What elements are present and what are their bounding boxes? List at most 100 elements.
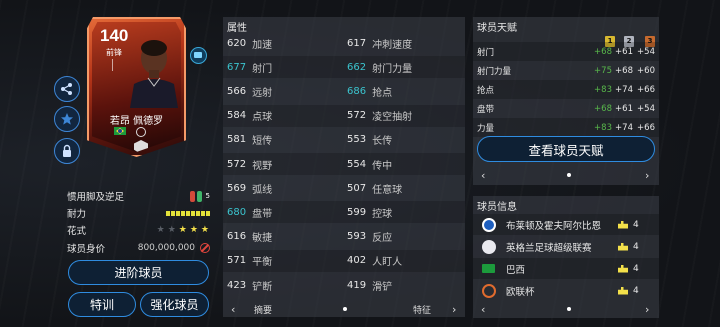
skill-stars: ★ ★ ★ ★ ★ bbox=[157, 225, 210, 235]
talent-row: 抢点 +83 +74 +66 bbox=[473, 80, 659, 99]
talent-label: 盘带 bbox=[477, 104, 495, 115]
share-icon bbox=[61, 83, 72, 95]
chevron-left-icon[interactable]: ‹ bbox=[481, 169, 485, 182]
attribute-cell: 572 视野 bbox=[227, 157, 272, 172]
chemistry-icon bbox=[618, 264, 628, 273]
enhance-player-button[interactable]: 强化球员 bbox=[140, 292, 209, 317]
talent-bonus-value: +68 bbox=[594, 46, 612, 57]
attribute-cell: 680 盘带 bbox=[227, 205, 272, 220]
talent-row: 盘带 +68 +61 +54 bbox=[473, 99, 659, 118]
talent-bonus-value: +68 bbox=[615, 65, 633, 76]
share-button[interactable] bbox=[54, 76, 80, 102]
star-filled-icon: ★ bbox=[200, 225, 210, 235]
player-info-nav: ‹ › bbox=[473, 302, 659, 316]
chemistry-icon bbox=[618, 286, 628, 295]
player-card[interactable]: 140 前锋 若昂 佩德罗 bbox=[87, 17, 186, 157]
attribute-row: 677 射门 662 射门力量 bbox=[223, 56, 465, 79]
lock-button[interactable] bbox=[54, 138, 80, 164]
talent-bonus-value: +83 bbox=[594, 84, 612, 95]
talent-bonus-value: +83 bbox=[594, 122, 612, 133]
attribute-value: 677 bbox=[227, 61, 247, 73]
player-info-row[interactable]: 欧联杯 4 bbox=[473, 280, 659, 301]
talent-row: 射门 +68 +61 +54 bbox=[473, 42, 659, 61]
attribute-label: 控球 bbox=[372, 208, 393, 220]
talent-bonus-value: +54 bbox=[637, 103, 655, 114]
brazil-flag-icon bbox=[114, 127, 126, 135]
attribute-cell: 584 点球 bbox=[227, 108, 272, 123]
attribute-cell: 419 滑铲 bbox=[347, 278, 392, 293]
chevron-left-icon[interactable]: ‹ bbox=[481, 303, 485, 316]
talent-label: 力量 bbox=[477, 123, 495, 134]
attribute-row: 423 铲断 419 滑铲 bbox=[223, 274, 465, 296]
favorite-button[interactable] bbox=[54, 106, 80, 132]
attribute-cell: 616 敏捷 bbox=[227, 229, 272, 244]
talent-nav: ‹ › bbox=[473, 168, 659, 182]
player-info-text: 布莱顿及霍夫阿尔比恩 bbox=[506, 220, 602, 232]
player-info-row[interactable]: 布莱顿及霍夫阿尔比恩 4 bbox=[473, 214, 659, 235]
kit-toggle-button[interactable] bbox=[190, 47, 207, 64]
talent-bonus-value: +61 bbox=[615, 46, 633, 57]
lock-icon bbox=[63, 144, 71, 157]
attribute-value: 566 bbox=[227, 85, 247, 97]
chevron-right-icon[interactable]: › bbox=[645, 169, 649, 182]
card-flags bbox=[114, 127, 146, 137]
foot-label: 惯用脚及逆足 bbox=[67, 192, 125, 203]
weak-foot-value: 5 bbox=[205, 192, 210, 200]
player-value: 800,000,000 bbox=[137, 243, 195, 253]
player-info-title: 球员信息 bbox=[477, 202, 517, 213]
chemistry-icon bbox=[618, 220, 628, 229]
player-card-body: 140 前锋 若昂 佩德罗 bbox=[92, 22, 181, 152]
attribute-label: 盘带 bbox=[252, 208, 273, 220]
chevron-left-icon[interactable]: ‹ bbox=[231, 303, 235, 316]
attribute-label: 远射 bbox=[252, 87, 273, 99]
attribute-value: 507 bbox=[347, 182, 367, 194]
attribute-cell: 617 冲刺速度 bbox=[347, 36, 412, 51]
advance-player-button[interactable]: 进阶球员 bbox=[68, 260, 209, 285]
player-info-row[interactable]: 英格兰足球超级联赛 4 bbox=[473, 236, 659, 257]
talent-bonus-value: +60 bbox=[637, 65, 655, 76]
attribute-label: 短传 bbox=[252, 136, 273, 148]
tab-summary[interactable]: 摘要 bbox=[254, 303, 272, 316]
stamina-row: 耐力 bbox=[67, 206, 210, 220]
chemistry-icon bbox=[618, 242, 628, 251]
attribute-cell: 571 平衡 bbox=[227, 253, 272, 268]
boots-icon bbox=[189, 190, 204, 202]
attribute-row: 572 视野 554 传中 bbox=[223, 153, 465, 175]
attribute-row: 616 敏捷 593 反应 bbox=[223, 226, 465, 248]
attribute-label: 反应 bbox=[372, 233, 393, 245]
attribute-cell: 599 控球 bbox=[347, 205, 392, 220]
tab-traits[interactable]: 特征 bbox=[413, 303, 431, 316]
skills-row: 花式 ★ ★ ★ ★ ★ bbox=[67, 223, 210, 237]
foot-row: 惯用脚及逆足 5 bbox=[67, 189, 210, 203]
talent-bonus-value: +66 bbox=[637, 122, 655, 133]
attribute-label: 传中 bbox=[372, 160, 393, 172]
attributes-panel: 属性 620 加速 617 冲刺速度 677 射门 662 射门力量 566 远射 686 抢点 584… bbox=[223, 17, 465, 317]
view-talent-button[interactable]: 查看球员天赋 bbox=[477, 136, 655, 162]
chemistry-count: 4 bbox=[633, 241, 639, 252]
star-icon bbox=[61, 113, 73, 125]
attribute-cell: 507 任意球 bbox=[347, 181, 402, 196]
attribute-cell: 572 凌空抽射 bbox=[347, 108, 412, 123]
talent-row: 力量 +83 +74 +66 bbox=[473, 118, 659, 137]
attribute-value: 686 bbox=[347, 85, 367, 97]
star-filled-icon: ★ bbox=[178, 225, 188, 235]
player-name: 若昂 佩德罗 bbox=[109, 116, 164, 127]
player-info-row[interactable]: 巴西 4 bbox=[473, 258, 659, 279]
star-empty-icon: ★ bbox=[156, 225, 166, 235]
attribute-cell: 423 铲断 bbox=[227, 278, 272, 293]
stamina-bar bbox=[166, 210, 210, 216]
attribute-value: 662 bbox=[347, 61, 367, 73]
train-button[interactable]: 特训 bbox=[68, 292, 136, 317]
star-empty-icon: ★ bbox=[167, 225, 177, 235]
brazil-flag-icon bbox=[482, 264, 495, 273]
attribute-label: 加速 bbox=[252, 39, 273, 51]
chevron-right-icon[interactable]: › bbox=[645, 303, 649, 316]
chemistry-count: 4 bbox=[633, 285, 639, 296]
card-shield-icon bbox=[134, 140, 148, 152]
chevron-right-icon[interactable]: › bbox=[452, 303, 456, 316]
attribute-label: 弧线 bbox=[252, 184, 273, 196]
attribute-value: 402 bbox=[347, 255, 367, 267]
attribute-label: 任意球 bbox=[372, 184, 403, 196]
attribute-value: 599 bbox=[347, 206, 367, 218]
attribute-cell: 566 远射 bbox=[227, 84, 272, 99]
